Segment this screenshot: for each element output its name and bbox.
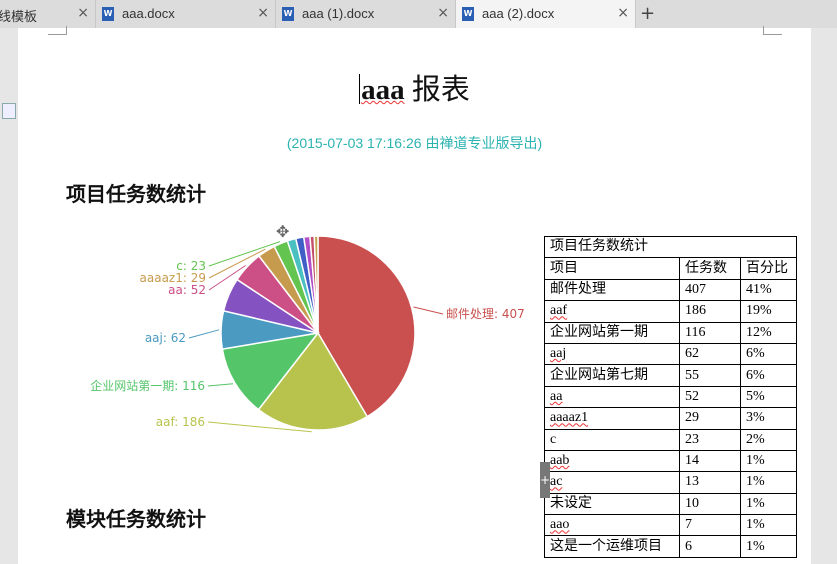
table-cell: 23 [679,428,741,451]
table-cell: 186 [679,300,741,323]
pie-data-label: 邮件处理: 407 [446,307,525,321]
table-header-cell: 任务数 [679,257,741,280]
close-icon[interactable]: × [257,5,269,21]
table-cell: ac [544,471,680,494]
table-row: ac 13 1% [544,471,797,494]
table-cell: aaj [544,342,680,366]
table-row: aab 14 1% [544,449,797,473]
table-row: 这是一个运维项目 6 1% [544,535,797,558]
table-cell: 1% [740,471,797,494]
table-cell: 6% [740,364,797,387]
table-row: 企业网站第一期 116 12% [544,321,797,344]
pie-label-leader [413,306,444,315]
pie-label-leader [207,383,234,387]
table-cell: aaaaz1 [544,407,680,430]
table-cell: 55 [679,364,741,387]
table-row: aaaaz1 29 3% [544,407,797,430]
tab-bar: 线模板 × W aaa.docx × W aaa (1).docx × W aa… [0,0,837,29]
table-cell: c [544,428,680,451]
pie-data-label: c: 23 [176,259,206,273]
table-cell: 41% [740,278,797,302]
table-cell: 19% [740,300,797,323]
table-cell: 1% [740,492,797,516]
table-cell: aa [544,385,680,409]
table-cell: aab [544,449,680,473]
tab-label: aaa.docx [122,6,175,21]
close-icon[interactable]: × [437,5,449,21]
tab-label: aaa (2).docx [482,6,555,21]
right-gutter [811,28,837,564]
table-cell: 企业网站第七期 [544,364,680,387]
pie-data-label: aaaaz1: 29 [140,271,206,285]
table-cell: 6% [740,342,797,366]
table-cell: 7 [679,514,741,537]
table-row: 邮件处理 407 41% [544,278,797,302]
word-doc-icon: W [282,7,294,21]
project-task-table: 项目任务数统计 项目 任务数 百分比 邮件处理 407 41% aaf 186 19% 企业网站第一… [544,235,797,558]
table-cell: 未设定 [544,492,680,516]
close-icon[interactable]: × [617,5,629,21]
table-cell: 407 [679,278,741,302]
table-row: c 23 2% [544,428,797,451]
pie-label-leader [188,329,220,339]
pie-data-label: 企业网站第一期: 116 [90,378,205,393]
table-cell: 1% [740,535,797,558]
close-icon[interactable]: × [77,5,89,21]
tab-aaa-2-docx[interactable]: W aaa (2).docx × [456,0,636,28]
navigation-pane-icon[interactable] [2,103,16,119]
word-doc-icon: W [102,7,114,21]
table-cell: 3% [740,407,797,430]
table-cell: 1% [740,514,797,537]
table-cell: 邮件处理 [544,278,680,302]
table-header-cell: 项目 [544,257,680,280]
tab-label: aaa (1).docx [302,6,375,21]
table-cell: 116 [679,321,741,344]
tab-aaa-docx[interactable]: W aaa.docx × [96,0,276,28]
table-caption-row: 项目任务数统计 [544,235,797,259]
pie-data-label: aaf: 186 [156,415,205,429]
table-cell: 13 [679,471,741,494]
table-cell: 6 [679,535,741,558]
word-doc-icon: W [462,7,474,21]
table-cell: 29 [679,407,741,430]
table-row: aaf 186 19% [544,300,797,323]
pie-data-label: aaj: 62 [145,331,186,345]
table-row: aao 7 1% [544,514,797,537]
table-cell: 2% [740,428,797,451]
left-gutter [0,28,18,564]
table-row: aaj 62 6% [544,342,797,366]
pie-data-label: aa: 52 [168,283,206,297]
table-row: aa 52 5% [544,385,797,409]
table-cell: 62 [679,342,741,366]
table-cell: aao [544,514,680,537]
table-row: 未设定 10 1% [544,492,797,516]
document-page[interactable]: aaa 报表 (2015-07-03 17:16:26 由禅道专业版导出) 项目… [18,26,811,564]
table-row: 企业网站第七期 55 6% [544,364,797,387]
table-cell: 5% [740,385,797,409]
tab-template[interactable]: 线模板 × [0,0,96,28]
table-cell: aaf [544,300,680,323]
table-cell: 这是一个运维项目 [544,535,680,558]
table-cell: 52 [679,385,741,409]
table-cell: 1% [740,449,797,473]
table-cell: 14 [679,449,741,473]
table-caption: 项目任务数统计 [544,235,797,259]
table-expand-handle[interactable]: + [540,462,550,498]
add-tab-button[interactable]: + [640,3,655,24]
tab-label: 线模板 [0,9,38,24]
table-cell: 10 [679,492,741,516]
table-cell: 12% [740,321,797,344]
table-cell: 企业网站第一期 [544,321,680,344]
table-header-cell: 百分比 [740,257,797,280]
tab-aaa-1-docx[interactable]: W aaa (1).docx × [276,0,456,28]
table-header-row: 项目 任务数 百分比 [544,257,797,280]
